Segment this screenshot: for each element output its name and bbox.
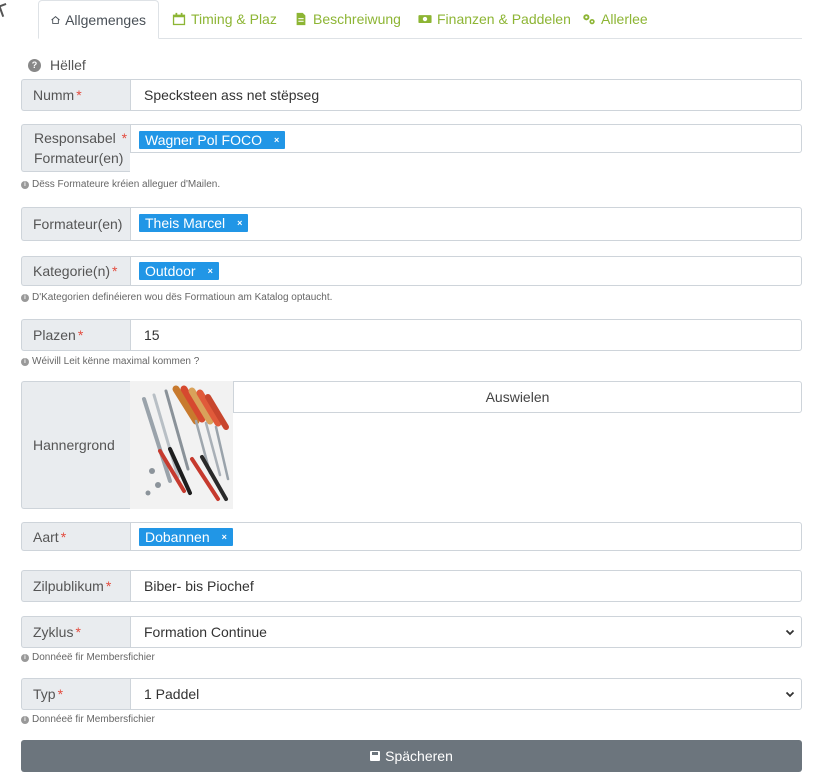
save-button[interactable]: Spächeren bbox=[21, 740, 802, 772]
plazen-input[interactable]: 15 bbox=[130, 319, 802, 351]
plazen-hint: i Wéivill Leit kënne maximal kommen ? bbox=[21, 356, 199, 367]
tab-beschreiwung[interactable]: Beschreiwung bbox=[294, 0, 401, 38]
typ-label: Typ * bbox=[21, 678, 130, 710]
question-icon: ? bbox=[28, 58, 41, 72]
tab-finanzen-paddelen[interactable]: Finanzen & Paddelen bbox=[418, 0, 571, 38]
zilpublikum-input[interactable]: Biber- bis Piochef bbox=[130, 570, 802, 602]
required-mark: * bbox=[77, 327, 84, 343]
gears-icon bbox=[583, 14, 595, 25]
required-mark: * bbox=[76, 87, 82, 103]
aart-tag-input[interactable]: Dobannen × bbox=[130, 522, 802, 551]
info-icon: i bbox=[21, 293, 29, 302]
zyklus-label: Zyklus * bbox=[21, 616, 130, 648]
remove-tag-icon[interactable]: × bbox=[237, 214, 242, 232]
plazen-label: Plazen * bbox=[21, 319, 130, 351]
numm-row: Numm * Specksteen ass net stëpseg bbox=[21, 79, 802, 111]
info-icon: i bbox=[21, 180, 29, 189]
responsabel-label: Responsabel * Formateur(en) bbox=[21, 124, 130, 172]
required-mark: * bbox=[60, 528, 67, 545]
hannergrond-label: Hannergrond bbox=[21, 381, 130, 509]
money-icon bbox=[418, 15, 432, 23]
remove-tag-icon[interactable]: × bbox=[208, 262, 213, 280]
hannergrond-row: Hannergrond Auswielen bbox=[21, 381, 802, 509]
tab-allgemenges[interactable]: Allgemenges bbox=[38, 0, 159, 39]
required-mark: * bbox=[57, 686, 64, 702]
info-icon: i bbox=[21, 357, 29, 366]
save-icon bbox=[370, 751, 381, 761]
zyklus-hint: i Donnéeë fir Membersfichier bbox=[21, 652, 155, 663]
chevron-down-icon bbox=[785, 629, 795, 636]
zyklus-select[interactable]: Formation Continue bbox=[130, 616, 802, 648]
typ-hint: i Donnéeë fir Membersfichier bbox=[21, 714, 155, 725]
tools-image bbox=[130, 381, 233, 509]
tab-bar: Allgemenges Timing & Plaz Beschreiwung F… bbox=[38, 0, 802, 39]
aart-row: Aart * Dobannen × bbox=[21, 522, 802, 551]
zilpublikum-row: Zilpublikum * Biber- bis Piochef bbox=[21, 570, 802, 602]
info-icon: i bbox=[21, 653, 29, 662]
home-icon bbox=[51, 15, 60, 24]
responsabel-row: Responsabel * Formateur(en) Wagner Pol F… bbox=[21, 124, 802, 172]
tab-timing-plaz[interactable]: Timing & Plaz bbox=[172, 0, 277, 38]
zyklus-row: Zyklus * Formation Continue bbox=[21, 616, 802, 648]
zilpublikum-label: Zilpublikum * bbox=[21, 570, 130, 602]
formateur-label: Formateur(en) bbox=[21, 207, 130, 241]
background-image-thumbnail bbox=[130, 381, 233, 509]
formateur-row: Formateur(en) Theis Marcel × bbox=[21, 207, 802, 241]
plazen-row: Plazen * 15 bbox=[21, 319, 802, 351]
choose-image-button[interactable]: Auswielen bbox=[233, 381, 802, 413]
required-mark: * bbox=[105, 578, 112, 594]
responsabel-tag-input[interactable]: Wagner Pol FOCO × bbox=[130, 124, 802, 153]
help-link[interactable]: ? Hëllef bbox=[28, 57, 86, 73]
aart-label: Aart * bbox=[21, 522, 130, 551]
responsabel-label-line1: Responsabel * bbox=[34, 130, 128, 146]
required-mark: * bbox=[112, 263, 118, 279]
calendar-icon bbox=[172, 12, 186, 26]
tab-allerlee[interactable]: Allerlee bbox=[582, 0, 648, 38]
chevron-down-icon bbox=[785, 691, 795, 698]
remove-tag-icon[interactable]: × bbox=[274, 131, 279, 149]
responsabel-hint: i Dëss Formateure kréien alleguer d'Maile… bbox=[21, 179, 220, 190]
kategorie-tag-input[interactable]: Outdoor × bbox=[130, 256, 802, 286]
remove-tag-icon[interactable]: × bbox=[222, 528, 227, 546]
kategorie-hint: i D'Kategorien definéieren wou dës Format… bbox=[21, 292, 332, 303]
tag-responsabel: Wagner Pol FOCO × bbox=[139, 131, 286, 149]
typ-select[interactable]: 1 Paddel bbox=[130, 678, 802, 710]
partial-icon bbox=[0, 2, 10, 18]
document-icon bbox=[296, 12, 306, 26]
numm-input[interactable]: Specksteen ass net stëpseg bbox=[130, 79, 802, 111]
kategorie-label: Kategorie(n) * bbox=[21, 256, 130, 286]
typ-row: Typ * 1 Paddel bbox=[21, 678, 802, 710]
kategorie-row: Kategorie(n) * Outdoor × bbox=[21, 256, 802, 286]
required-mark: * bbox=[75, 624, 81, 640]
numm-label: Numm * bbox=[21, 79, 130, 111]
tag-aart: Dobannen × bbox=[139, 528, 233, 546]
tag-kategorie: Outdoor × bbox=[139, 262, 219, 280]
required-mark: * bbox=[117, 130, 128, 146]
info-icon: i bbox=[21, 715, 29, 724]
tag-formateur: Theis Marcel × bbox=[139, 214, 249, 232]
formateur-tag-input[interactable]: Theis Marcel × bbox=[130, 207, 802, 241]
